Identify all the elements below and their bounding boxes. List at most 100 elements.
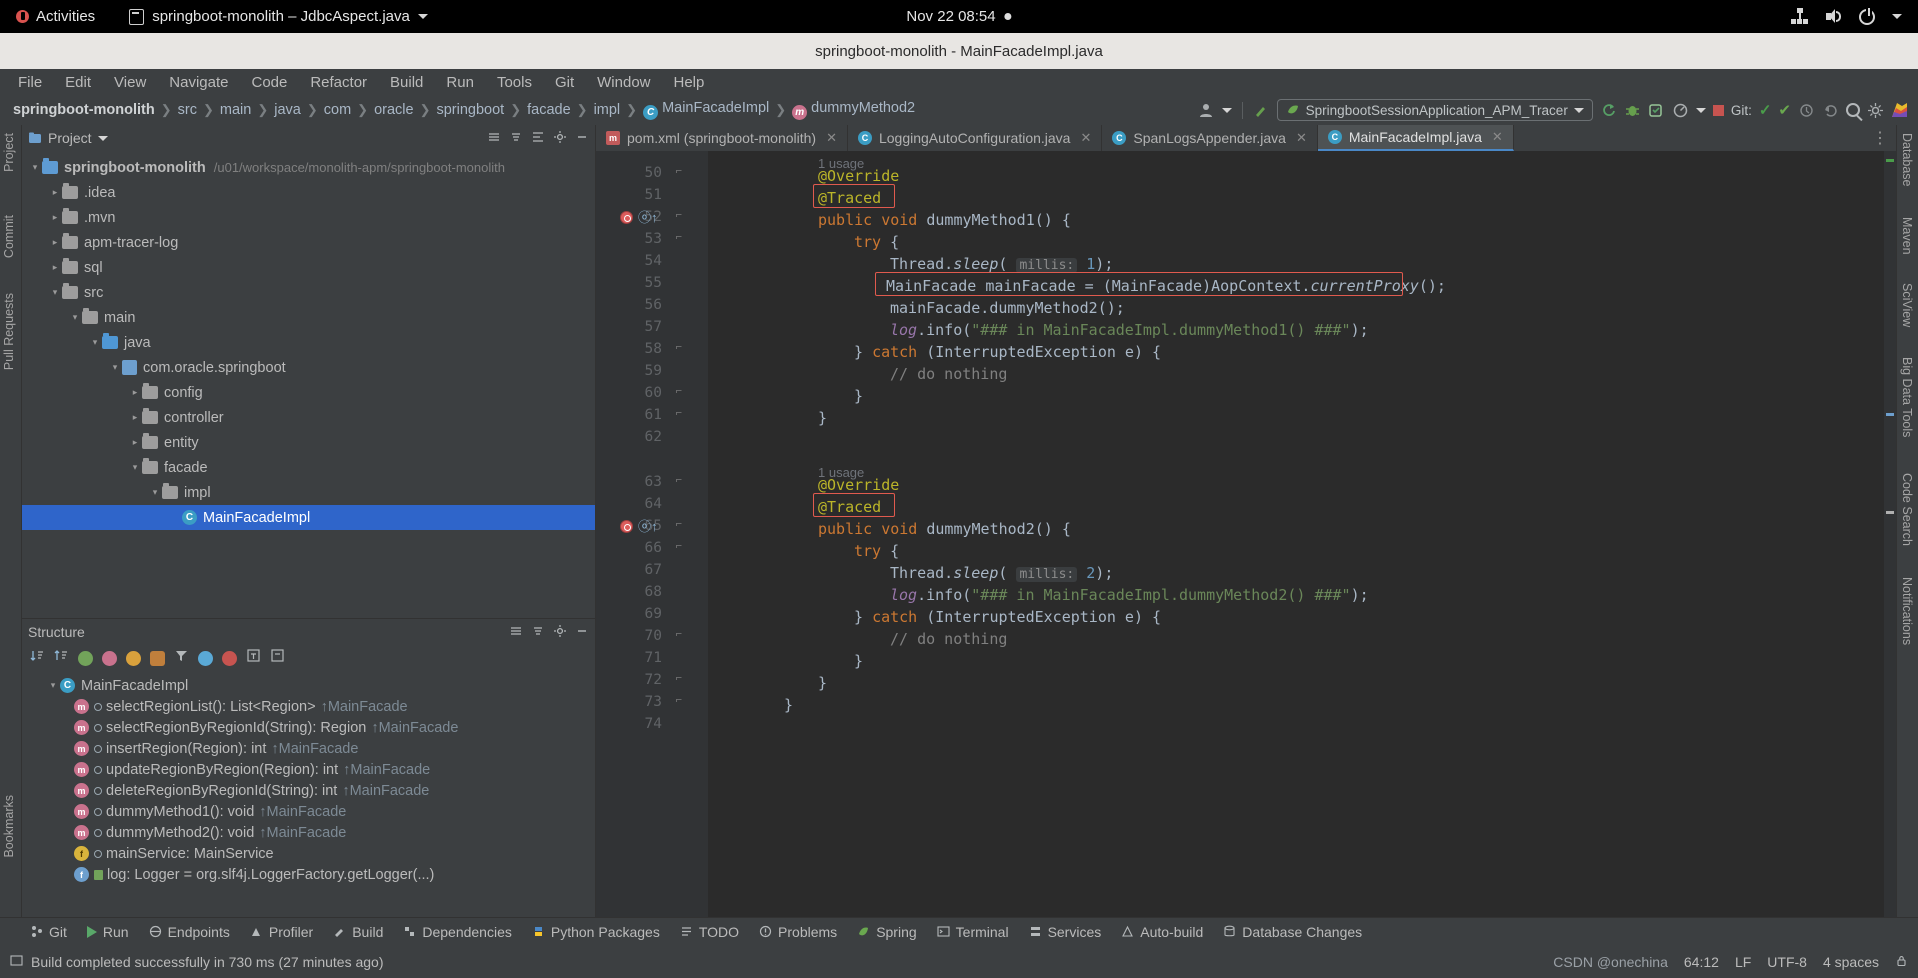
code-text[interactable]: 1 usage 1 usage @Override @Traced public… bbox=[708, 151, 1896, 978]
tree-row-impl[interactable]: ▾ impl bbox=[22, 480, 595, 505]
breadcrumb-src[interactable]: src bbox=[173, 101, 202, 119]
expand-arrow-icon[interactable]: ▸ bbox=[48, 187, 62, 198]
rerun-icon[interactable] bbox=[1600, 102, 1617, 119]
network-icon[interactable] bbox=[1791, 8, 1808, 25]
sidebar-item-maven[interactable]: Maven bbox=[1900, 217, 1914, 255]
menu-code[interactable]: Code bbox=[241, 72, 297, 93]
menu-view[interactable]: View bbox=[104, 72, 156, 93]
structure-row-class[interactable]: ▾ C MainFacadeImpl bbox=[22, 675, 595, 696]
expand-structure-icon[interactable] bbox=[246, 648, 261, 668]
tree-row-package[interactable]: ▾ com.oracle.springboot bbox=[22, 355, 595, 380]
tree-row-java[interactable]: ▾ java bbox=[22, 330, 595, 355]
tree-row-mvn[interactable]: ▸ .mvn bbox=[22, 205, 595, 230]
tree-row-sql[interactable]: ▸ sql bbox=[22, 255, 595, 280]
search-icon[interactable] bbox=[1846, 103, 1860, 117]
breadcrumb-class[interactable]: C MainFacadeImpl bbox=[638, 99, 774, 121]
close-icon[interactable]: ✕ bbox=[1080, 130, 1091, 146]
avatar-chevron-icon[interactable] bbox=[1221, 107, 1232, 113]
sort-by-visibility-icon[interactable] bbox=[30, 648, 45, 668]
status-lock-icon[interactable] bbox=[1895, 954, 1908, 970]
tab-logging-auto-configuration[interactable]: C LoggingAutoConfiguration.java ✕ bbox=[848, 125, 1103, 151]
expand-arrow-icon[interactable]: ▾ bbox=[88, 337, 102, 348]
expand-arrow-icon[interactable]: ▾ bbox=[108, 362, 122, 373]
breadcrumb-method[interactable]: m dummyMethod2 bbox=[787, 99, 920, 121]
sidebar-item-database[interactable]: Database bbox=[1900, 133, 1914, 187]
project-chevron-icon[interactable] bbox=[97, 135, 108, 141]
group-by-icon[interactable] bbox=[174, 648, 189, 668]
expand-arrow-icon[interactable]: ▸ bbox=[128, 437, 142, 448]
breadcrumb-main[interactable]: main bbox=[215, 101, 256, 119]
structure-row-selectRegionByRegionId[interactable]: m selectRegionByRegionId(String): Region… bbox=[22, 717, 595, 738]
tree-row-springboot-monolith[interactable]: ▾ springboot-monolith /u01/workspace/mon… bbox=[22, 155, 595, 180]
breadcrumb-project[interactable]: springboot-monolith bbox=[8, 101, 160, 119]
expand-arrow-icon[interactable]: ▸ bbox=[48, 212, 62, 223]
tree-row-main[interactable]: ▾ main bbox=[22, 305, 595, 330]
profile-icon[interactable] bbox=[1672, 102, 1689, 119]
tool-git[interactable]: Git bbox=[30, 924, 67, 940]
tab-main-facade-impl[interactable]: C MainFacadeImpl.java ✕ bbox=[1317, 125, 1514, 151]
user-avatar-icon[interactable] bbox=[1198, 102, 1215, 119]
menu-build[interactable]: Build bbox=[380, 72, 433, 93]
build-hammer-icon[interactable] bbox=[1253, 102, 1270, 119]
breadcrumb-facade[interactable]: facade bbox=[522, 101, 576, 119]
sort-alphabetically-icon[interactable] bbox=[54, 648, 69, 668]
tree-row-src[interactable]: ▾ src bbox=[22, 280, 595, 305]
expand-arrow-icon[interactable]: ▾ bbox=[48, 287, 62, 298]
profile-chevron-icon[interactable] bbox=[1695, 107, 1706, 113]
structure-title-group[interactable]: Structure bbox=[28, 624, 85, 640]
fold-marker-icon[interactable]: ⌐ bbox=[676, 628, 682, 640]
volume-icon[interactable] bbox=[1825, 8, 1842, 25]
menu-refactor[interactable]: Refactor bbox=[300, 72, 377, 93]
tool-dependencies[interactable]: Dependencies bbox=[403, 924, 512, 940]
sidebar-item-code-search[interactable]: Code Search bbox=[1900, 473, 1914, 546]
breadcrumb-oracle[interactable]: oracle bbox=[369, 101, 419, 119]
tab-pom-xml[interactable]: m pom.xml (springboot-monolith) ✕ bbox=[596, 125, 848, 151]
git-update-icon[interactable]: ✓ bbox=[1759, 101, 1772, 119]
fold-marker-icon[interactable]: ⌐ bbox=[676, 518, 682, 530]
gear-icon[interactable] bbox=[1867, 102, 1884, 119]
fold-marker-icon[interactable]: ⌐ bbox=[676, 165, 682, 177]
tool-python-packages[interactable]: Python Packages bbox=[532, 924, 660, 940]
expand-arrow-icon[interactable]: ▾ bbox=[148, 487, 162, 498]
structure-settings-gear-icon[interactable] bbox=[553, 624, 567, 641]
run-configuration-selector[interactable]: SpringbootSessionApplication_APM_Tracer bbox=[1276, 99, 1593, 121]
tool-profiler[interactable]: Profiler bbox=[250, 924, 313, 940]
menu-git[interactable]: Git bbox=[545, 72, 584, 93]
structure-row-insertRegion[interactable]: m insertRegion(Region): int ↑MainFacade bbox=[22, 738, 595, 759]
editor-tab-overflow[interactable]: ⋮ bbox=[1872, 125, 1896, 151]
tool-auto-build[interactable]: Auto-build bbox=[1121, 924, 1203, 940]
menu-help[interactable]: Help bbox=[664, 72, 715, 93]
active-window-menu[interactable]: springboot-monolith – JdbcAspect.java bbox=[129, 8, 428, 25]
structure-row-log[interactable]: f log: Logger = org.slf4j.LoggerFactory.… bbox=[22, 864, 595, 885]
structure-row-selectRegionList[interactable]: m selectRegionList(): List<Region> ↑Main… bbox=[22, 696, 595, 717]
breadcrumb-com[interactable]: com bbox=[319, 101, 356, 119]
tool-problems[interactable]: Problems bbox=[759, 924, 837, 940]
breadcrumb-java[interactable]: java bbox=[269, 101, 306, 119]
structure-row-mainService[interactable]: f mainService: MainService bbox=[22, 843, 595, 864]
expand-arrow-icon[interactable]: ▸ bbox=[48, 237, 62, 248]
run-with-coverage-icon[interactable] bbox=[1648, 102, 1665, 119]
close-icon[interactable]: ✕ bbox=[1296, 130, 1307, 146]
status-indent[interactable]: 4 spaces bbox=[1823, 954, 1879, 970]
editor-gutter[interactable]: 50 51 52 53 54 55 56 57 58 59 60 61 62 6… bbox=[596, 151, 708, 978]
activities-button[interactable]: Activities bbox=[16, 8, 95, 25]
menu-file[interactable]: File bbox=[8, 72, 52, 93]
sidebar-item-big-data-tools[interactable]: Big Data Tools bbox=[1900, 357, 1914, 437]
collapse-structure-icon[interactable] bbox=[270, 648, 285, 668]
show-fields-icon[interactable] bbox=[102, 650, 117, 666]
filter-icon[interactable] bbox=[222, 650, 237, 666]
hide-structure-icon[interactable] bbox=[575, 624, 589, 641]
menu-window[interactable]: Window bbox=[587, 72, 660, 93]
breakpoint-icon[interactable] bbox=[620, 520, 633, 533]
tree-row-controller[interactable]: ▸ controller bbox=[22, 405, 595, 430]
tree-row-entity[interactable]: ▸ entity bbox=[22, 430, 595, 455]
fold-marker-icon[interactable]: ⌐ bbox=[676, 672, 682, 684]
menu-tools[interactable]: Tools bbox=[487, 72, 542, 93]
tool-endpoints[interactable]: Endpoints bbox=[149, 924, 230, 940]
status-caret-position[interactable]: 64:12 bbox=[1684, 954, 1719, 970]
tree-row-facade[interactable]: ▾ facade bbox=[22, 455, 595, 480]
close-icon[interactable]: ✕ bbox=[826, 130, 837, 146]
status-line-separator[interactable]: LF bbox=[1735, 954, 1751, 970]
menu-run[interactable]: Run bbox=[436, 72, 484, 93]
git-rollback-icon[interactable] bbox=[1822, 102, 1839, 119]
